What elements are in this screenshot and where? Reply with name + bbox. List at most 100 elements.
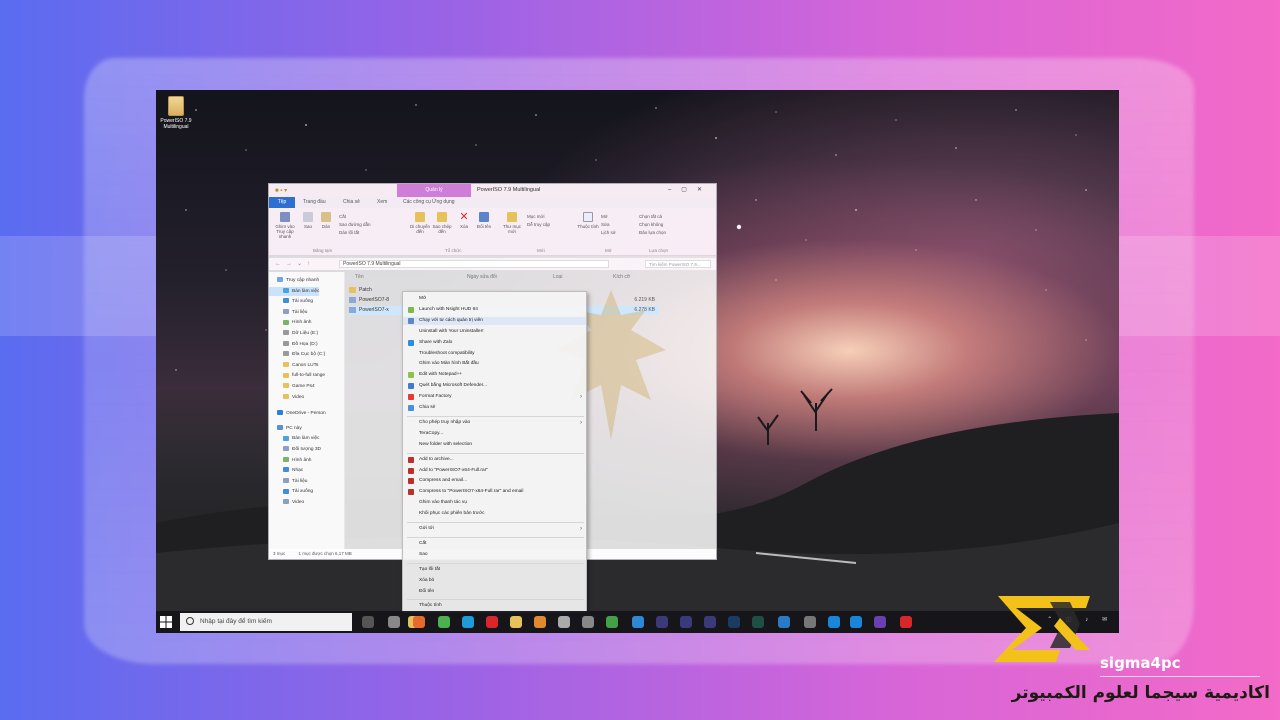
app-icon[interactable] — [828, 616, 840, 628]
context-menu-item[interactable]: Khôi phục các phiên bản trước — [403, 510, 586, 518]
easy-access-button[interactable]: Dễ truy cập — [527, 222, 550, 227]
context-menu-item[interactable]: Compress and email... — [403, 477, 586, 485]
opera-icon[interactable] — [486, 616, 498, 628]
widgets-icon[interactable] — [388, 616, 400, 628]
context-menu-item[interactable]: Sao — [403, 551, 586, 559]
context-menu-item[interactable]: Ghim vào Màn hình Bắt đầu — [403, 360, 586, 368]
context-menu-item[interactable]: Format Factory › — [403, 393, 586, 401]
tab-manage[interactable]: Quản lý — [397, 184, 471, 197]
rename-button[interactable]: Đổi tên — [475, 212, 493, 229]
nav-item[interactable]: Bàn làm việc — [269, 286, 320, 296]
context-menu-item[interactable]: Ghim vào thanh tác vụ — [403, 499, 586, 507]
column-name[interactable]: Tên — [355, 274, 364, 280]
tab-view[interactable]: Xem — [377, 199, 387, 205]
context-menu-item[interactable]: Uninstall with Your Uninstaller! — [403, 328, 586, 336]
app-icon[interactable] — [558, 616, 570, 628]
nav-item[interactable]: Dữ Liệu (E:) — [269, 329, 318, 338]
context-menu-item[interactable]: Share with Zalo — [403, 339, 586, 347]
new-item-button[interactable]: Mục mới — [527, 214, 544, 219]
nav-item[interactable]: Hình ảnh — [269, 456, 311, 465]
window-controls[interactable]: –▢✕ — [668, 186, 712, 193]
nav-item[interactable]: Video — [269, 393, 304, 402]
app-icon[interactable] — [582, 616, 594, 628]
nav-item[interactable]: Hình ảnh — [269, 318, 311, 327]
open-button[interactable]: Mở — [601, 214, 608, 219]
context-menu-item[interactable]: Add to archive... — [403, 456, 586, 464]
media-encoder-icon[interactable] — [704, 616, 716, 628]
app-icon[interactable] — [874, 616, 886, 628]
cut-button[interactable]: Cắt — [339, 214, 346, 219]
app-icon[interactable] — [900, 616, 912, 628]
edge-icon[interactable] — [462, 616, 474, 628]
invert-selection-button[interactable]: Đảo lựa chọn — [639, 230, 666, 235]
context-menu-item[interactable]: New folder with selection — [403, 441, 586, 449]
settings-icon[interactable] — [804, 616, 816, 628]
context-menu-item[interactable]: Đổi tên — [403, 588, 586, 596]
context-menu-item[interactable]: Xóa bỏ — [403, 577, 586, 585]
context-menu-item[interactable]: Quét bằng Microsoft Defender... — [403, 382, 586, 390]
app-icon[interactable] — [850, 616, 862, 628]
nav-item[interactable]: PC này — [269, 424, 302, 433]
after-effects-icon[interactable] — [656, 616, 668, 628]
select-all-button[interactable]: Chọn tất cả — [639, 214, 662, 219]
app-icon[interactable] — [606, 616, 618, 628]
context-menu-item[interactable]: TeraCopy... — [403, 430, 586, 438]
paste-button[interactable]: Dán — [317, 212, 335, 229]
nav-item[interactable]: OneDrive - Person — [269, 409, 326, 418]
chrome-icon[interactable] — [438, 616, 450, 628]
nav-item[interactable]: Truy cập nhanh — [269, 276, 319, 285]
context-menu-item[interactable]: Mở — [403, 295, 586, 303]
nav-item[interactable]: Game Ps4 — [269, 382, 315, 391]
app-icon[interactable] — [534, 616, 546, 628]
pin-button[interactable]: Ghim vào Truy cập nhanh — [273, 212, 297, 239]
tab-home[interactable]: Trang đầu — [303, 199, 326, 205]
context-menu-item[interactable]: Cho phép truy nhập vào › — [403, 419, 586, 427]
nav-item[interactable]: Tải xuống — [269, 297, 313, 306]
properties-button[interactable]: Thuộc tính — [577, 212, 599, 229]
firefox-icon[interactable] — [413, 616, 425, 628]
context-menu-item[interactable]: Cắt — [403, 540, 586, 548]
nav-item[interactable]: Đối tượng 3D — [269, 445, 321, 454]
nav-item[interactable]: Video — [269, 498, 304, 507]
nav-item[interactable]: Tải xuống — [269, 487, 313, 496]
context-menu-item[interactable]: Thuộc tính — [403, 602, 586, 610]
taskbar-search[interactable]: Nhập tại đây để tìm kiếm — [180, 613, 352, 631]
column-date[interactable]: Ngày sửa đổi — [467, 274, 497, 280]
nav-item[interactable]: Tài liệu — [269, 308, 307, 317]
context-menu-item[interactable]: Chia sẻ — [403, 404, 586, 412]
app-icon[interactable] — [778, 616, 790, 628]
nav-item[interactable]: Đĩa Cục bộ (C:) — [269, 350, 325, 359]
audition-icon[interactable] — [752, 616, 764, 628]
paste-shortcut-button[interactable]: Dán lối tắt — [339, 230, 359, 235]
context-menu-item[interactable]: Add to "PowerISO7-x64-Full.rar" — [403, 467, 586, 475]
context-menu-item[interactable]: Compress to "PowerISO7-x64-Full.rar" and… — [403, 488, 586, 496]
copy-button[interactable]: Sao — [299, 212, 317, 229]
desktop-icon-poweriso[interactable]: PowerISO 7.9 Multilingual — [158, 96, 194, 130]
explorer-active-icon[interactable] — [510, 616, 522, 628]
tab-app-tools[interactable]: Các công cụ Ứng dụng — [403, 199, 455, 205]
tab-share[interactable]: Chia sẻ — [343, 199, 360, 205]
delete-button[interactable]: ✕ Xóa — [455, 212, 473, 230]
app-icon[interactable] — [632, 616, 644, 628]
move-to-button[interactable]: Di chuyển đến — [409, 212, 431, 234]
edit-button[interactable]: Sửa — [601, 222, 610, 227]
context-menu-item[interactable]: Edit with Notepad++ — [403, 371, 586, 379]
address-bar[interactable]: PowerISO 7.9 Multilingual — [339, 260, 609, 268]
context-menu-item[interactable]: Gửi tới › — [403, 525, 586, 533]
context-menu-item[interactable]: Tạo lối tắt — [403, 566, 586, 574]
search-input[interactable]: Tìm kiếm PowerISO 7.9... — [645, 260, 711, 268]
context-menu-item[interactable]: Chạy với tư cách quản trị viên — [403, 316, 586, 325]
new-folder-button[interactable]: Thư mục mới — [501, 212, 523, 234]
select-none-button[interactable]: Chọn không — [639, 222, 663, 227]
nav-item[interactable]: Nhạc — [269, 466, 303, 475]
nav-item[interactable]: Tài liệu — [269, 477, 307, 486]
copy-path-button[interactable]: Sao đường dẫn — [339, 222, 371, 227]
context-menu-item[interactable]: Launch with Nsight HUD 64 — [403, 306, 586, 314]
windows-start-icon[interactable] — [160, 616, 172, 628]
quick-access-toolbar[interactable]: ■ ▪ ▾ — [275, 187, 287, 194]
context-menu-item[interactable]: Troubleshoot compatibility — [403, 350, 586, 358]
nav-item[interactable]: Canon LUTs — [269, 361, 318, 370]
tab-file[interactable]: Tệp — [269, 197, 295, 208]
premiere-icon[interactable] — [680, 616, 692, 628]
photoshop-icon[interactable] — [728, 616, 740, 628]
